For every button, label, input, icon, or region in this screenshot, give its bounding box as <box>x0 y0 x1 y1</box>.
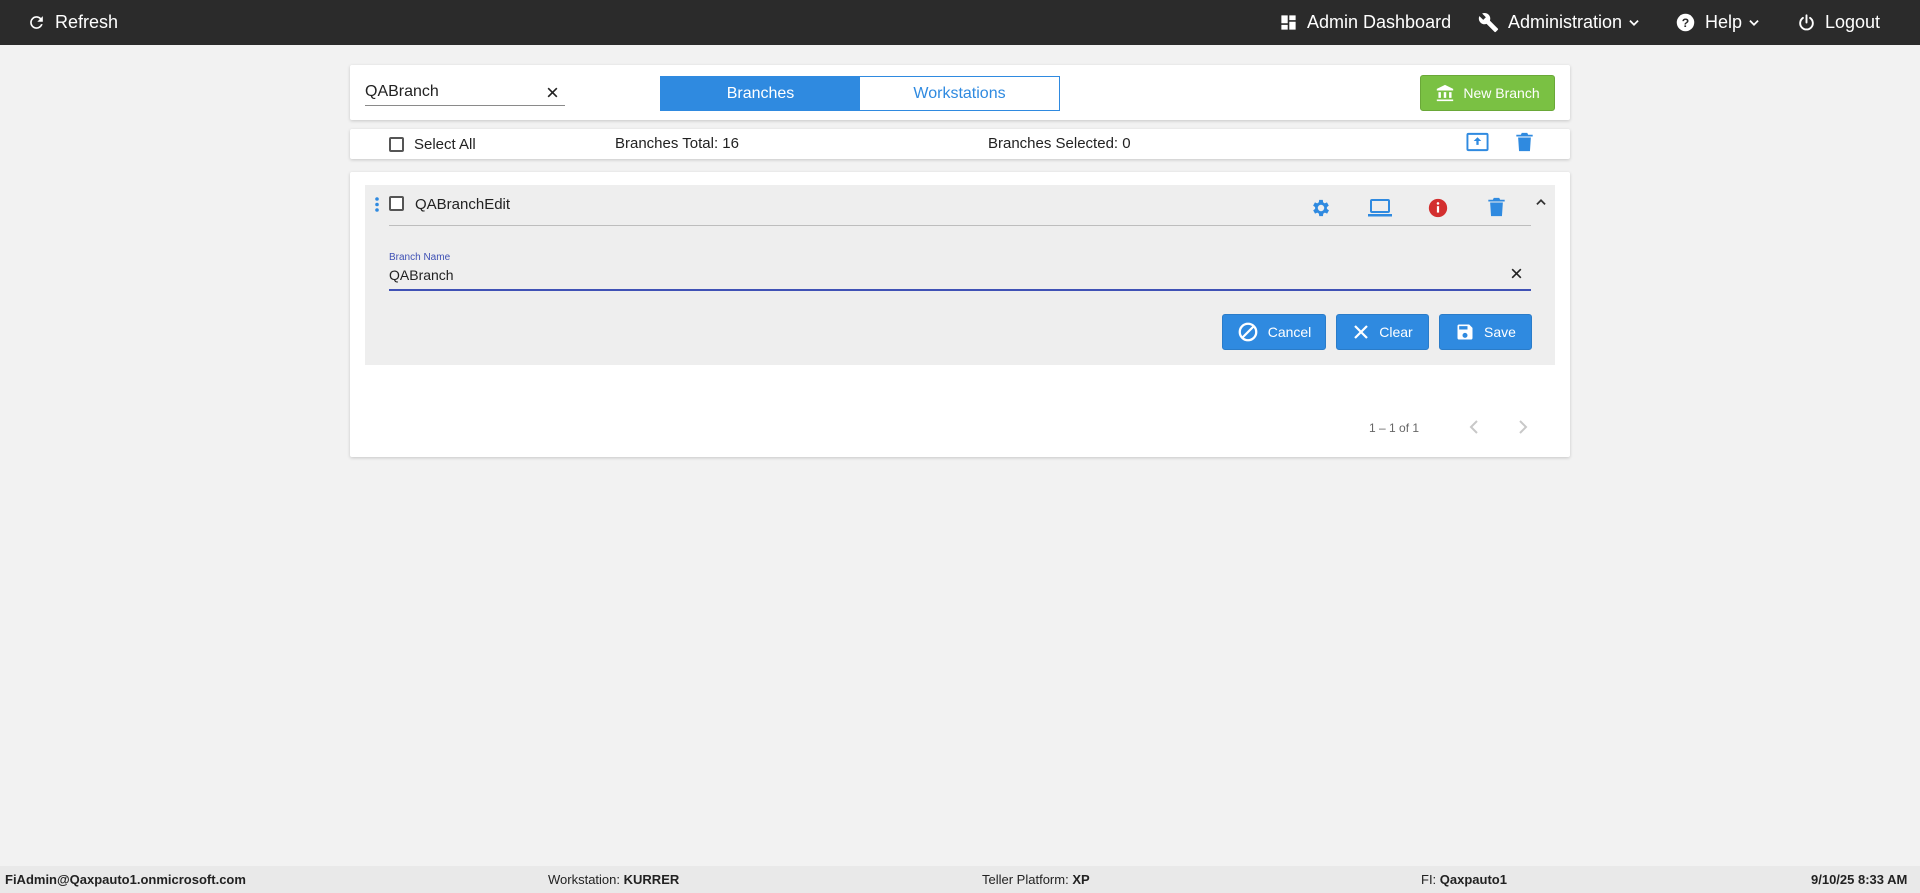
refresh-icon <box>27 13 46 32</box>
branches-total-value: 16 <box>722 135 739 152</box>
chevron-down-icon <box>1627 16 1641 30</box>
search-field <box>365 80 565 106</box>
administration-menu[interactable]: Administration <box>1478 0 1641 45</box>
close-icon <box>1352 323 1370 341</box>
laptop-icon <box>1367 198 1393 218</box>
help-label: Help <box>1705 12 1743 32</box>
branch-name-label: Branch Name <box>389 252 451 263</box>
workstations-button[interactable] <box>1367 198 1393 218</box>
branches-selected-label: Branches Selected: <box>988 135 1119 152</box>
tab-branches[interactable]: Branches <box>661 77 860 110</box>
cancel-button[interactable]: Cancel <box>1222 314 1326 350</box>
save-label: Save <box>1484 324 1516 340</box>
new-branch-button[interactable]: New Branch <box>1420 75 1555 111</box>
logout-button[interactable]: Logout <box>1797 0 1880 45</box>
refresh-label: Refresh <box>55 12 119 32</box>
delete-branch-button[interactable] <box>1488 197 1505 217</box>
item-checkbox[interactable] <box>389 196 404 211</box>
previous-page-button[interactable] <box>1468 419 1480 435</box>
drag-handle-icon[interactable] <box>375 197 379 212</box>
input-underline <box>389 289 1531 291</box>
tab-workstations[interactable]: Workstations <box>860 77 1059 110</box>
save-icon <box>1455 322 1475 342</box>
pagination-range: 1 – 1 of 1 <box>1369 421 1420 435</box>
branch-name-input[interactable] <box>389 265 1489 285</box>
info-button[interactable] <box>1427 197 1449 219</box>
refresh-button[interactable]: Refresh <box>27 0 118 45</box>
svg-text:?: ? <box>1682 16 1689 30</box>
workstation-status: Workstation: KURRER <box>548 872 679 887</box>
bank-icon <box>1435 84 1455 102</box>
branches-selected-value: 0 <box>1122 135 1131 152</box>
selection-bar <box>350 129 1570 159</box>
gear-icon <box>1310 197 1332 219</box>
select-all-checkbox[interactable] <box>389 137 404 152</box>
fi-status: FI: Qaxpauto1 <box>1421 872 1507 887</box>
export-button[interactable] <box>1466 132 1489 152</box>
close-icon[interactable] <box>546 86 559 99</box>
platform-value: XP <box>1072 872 1090 887</box>
workstation-label: Workstation: <box>548 872 621 887</box>
branches-selected: Branches Selected: 0 <box>988 135 1131 152</box>
clear-button[interactable]: Clear <box>1336 314 1429 350</box>
workstation-value: KURRER <box>623 872 680 887</box>
search-input[interactable] <box>365 80 535 104</box>
logout-label: Logout <box>1825 12 1881 32</box>
help-menu[interactable]: ? Help <box>1675 0 1761 45</box>
clear-label: Clear <box>1379 324 1413 340</box>
platform-label: Teller Platform: <box>982 872 1069 887</box>
upload-icon <box>1466 132 1489 152</box>
platform-status: Teller Platform: XP <box>982 872 1090 887</box>
administration-label: Administration <box>1508 12 1623 32</box>
branch-item-expanded: QABranchEdit Branch Name Cancel <box>365 185 1555 365</box>
power-icon <box>1797 13 1816 32</box>
chevron-up-icon <box>1534 195 1548 209</box>
current-user: FiAdmin@Qaxpauto1.onmicrosoft.com <box>5 872 246 887</box>
cancel-icon <box>1237 321 1259 343</box>
chevron-down-icon <box>1747 16 1761 30</box>
select-all[interactable]: Select All <box>389 136 476 153</box>
chevron-left-icon <box>1468 419 1480 435</box>
wrench-icon <box>1478 12 1499 33</box>
info-icon <box>1427 197 1449 219</box>
save-button[interactable]: Save <box>1439 314 1532 350</box>
trash-icon <box>1516 132 1533 152</box>
select-all-label: Select All <box>414 136 476 153</box>
next-page-button[interactable] <box>1517 419 1529 435</box>
trash-icon <box>1488 197 1505 217</box>
fi-value: Qaxpauto1 <box>1439 872 1507 887</box>
top-navigation-bar: Refresh Admin Dashboard Administration ?… <box>0 0 1920 45</box>
admin-dashboard-link[interactable]: Admin Dashboard <box>1279 0 1451 45</box>
divider <box>389 225 1531 226</box>
dashboard-icon <box>1279 13 1298 32</box>
fi-label: FI: <box>1421 872 1437 887</box>
help-icon: ? <box>1675 12 1696 33</box>
cancel-label: Cancel <box>1267 324 1312 340</box>
delete-selected-button[interactable] <box>1516 132 1533 152</box>
new-branch-label: New Branch <box>1463 85 1540 101</box>
status-bar: FiAdmin@Qaxpauto1.onmicrosoft.com Workst… <box>0 866 1920 893</box>
close-icon[interactable] <box>1510 267 1523 280</box>
view-toggle: Branches Workstations <box>660 76 1060 111</box>
branch-title: QABranchEdit <box>415 196 511 213</box>
branches-total-label: Branches Total: <box>615 135 719 152</box>
admin-dashboard-label: Admin Dashboard <box>1307 12 1452 32</box>
chevron-right-icon <box>1517 419 1529 435</box>
settings-button[interactable] <box>1310 197 1332 219</box>
branches-total: Branches Total: 16 <box>615 135 739 152</box>
collapse-button[interactable] <box>1534 195 1548 209</box>
datetime: 9/10/25 8:33 AM <box>1811 872 1908 887</box>
